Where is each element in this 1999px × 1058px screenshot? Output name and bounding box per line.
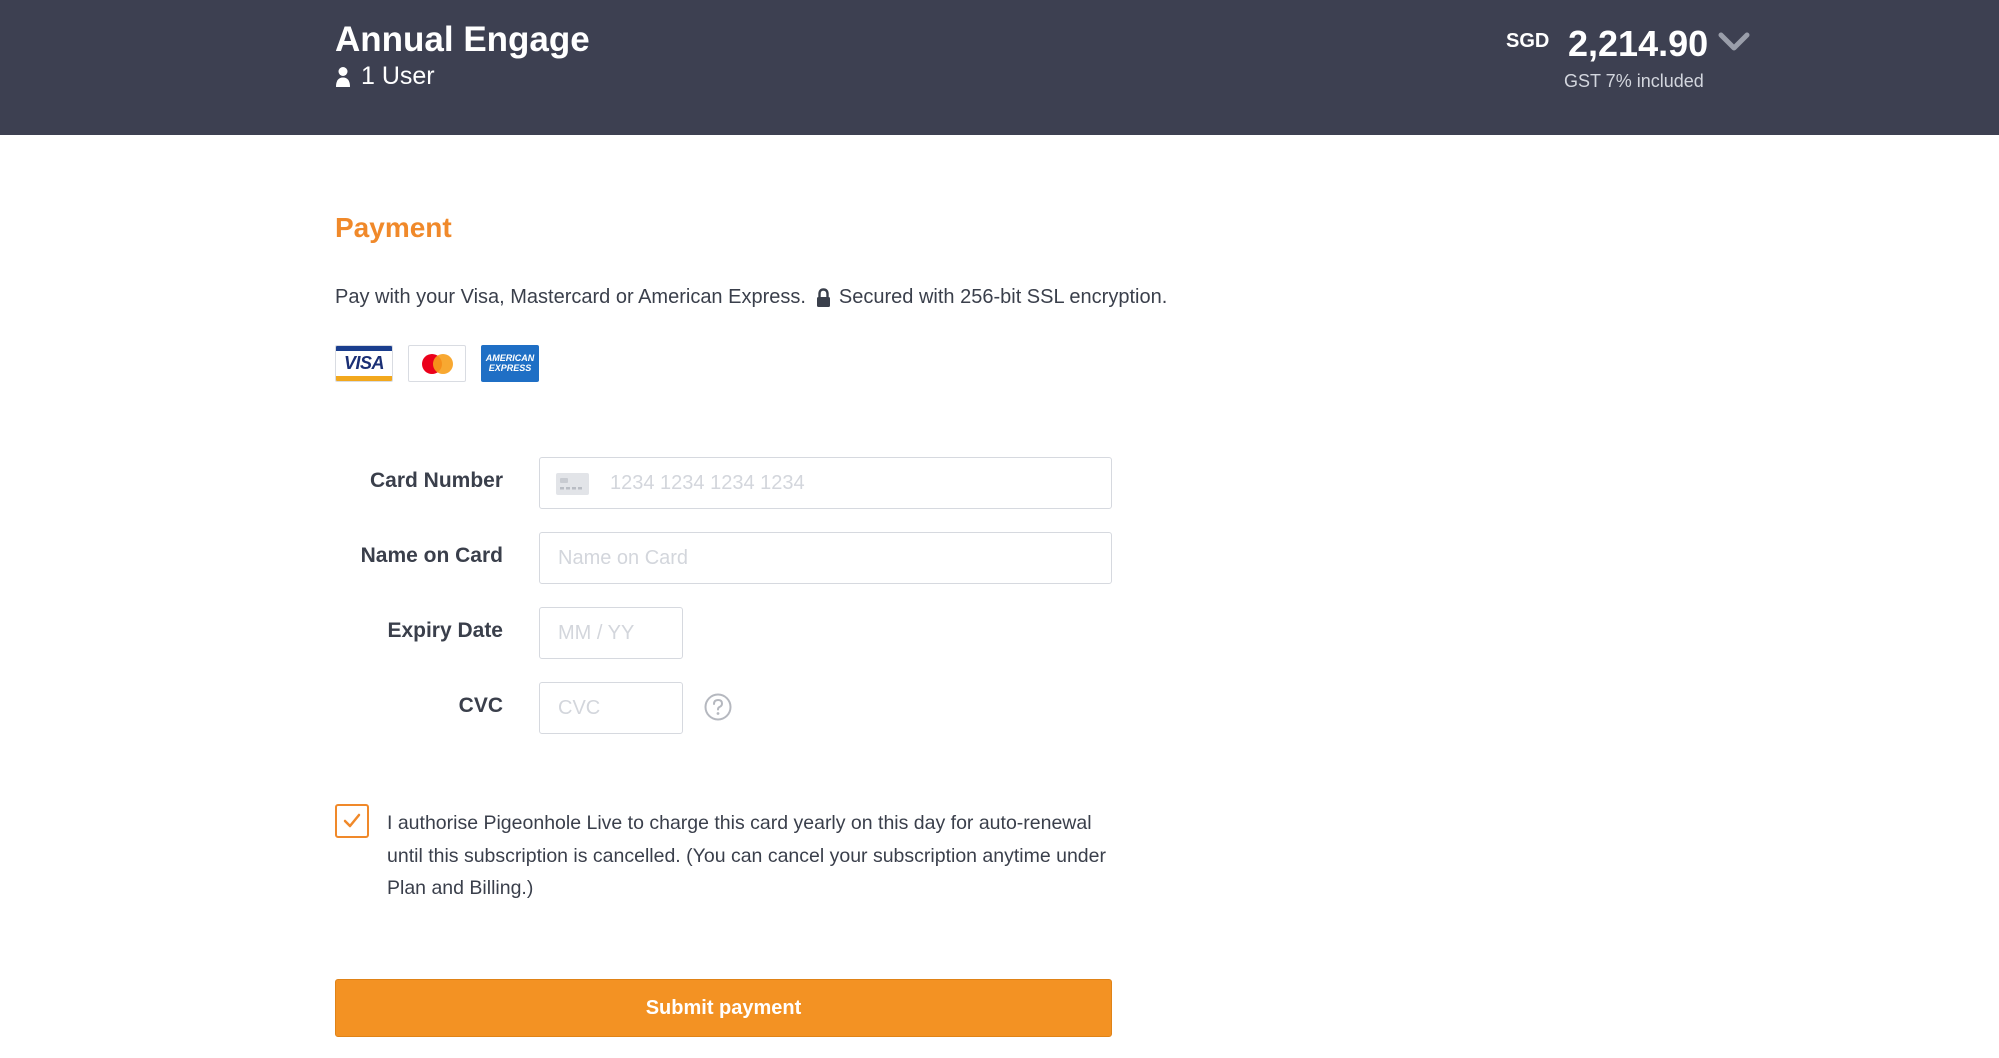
plan-header: Annual Engage 1 User SGD 2,214.90 GST 7%… <box>0 0 1999 135</box>
price-amount: 2,214.90 <box>1568 23 1709 64</box>
user-count-label: 1 User <box>361 62 435 90</box>
amex-logo: AMERICAN EXPRESS <box>481 345 539 382</box>
user-icon <box>335 66 351 88</box>
user-count: 1 User <box>335 62 435 91</box>
tax-note: GST 7% included <box>1564 71 1704 91</box>
card-number-input[interactable] <box>540 458 1111 508</box>
auto-renewal-consent-text: I authorise Pigeonhole Live to charge th… <box>387 812 1106 899</box>
name-on-card-label: Name on Card <box>360 544 503 567</box>
cvc-input[interactable] <box>540 683 682 733</box>
payment-description: Pay with your Visa, Mastercard or Americ… <box>335 286 1167 309</box>
chevron-down-icon[interactable] <box>1718 30 1750 54</box>
card-number-field[interactable] <box>539 457 1112 509</box>
lock-icon <box>816 287 831 308</box>
credit-card-icon <box>556 473 589 495</box>
security-note: Secured with 256-bit SSL encryption. <box>838 286 1168 308</box>
expiry-date-label: Expiry Date <box>387 619 503 642</box>
visa-logo: VISA <box>335 345 393 382</box>
card-brand-logos: VISA AMERICAN EXPRESS <box>335 345 539 382</box>
name-on-card-field[interactable] <box>539 532 1112 584</box>
name-on-card-input[interactable] <box>540 533 1111 583</box>
auto-renewal-checkbox[interactable] <box>335 804 369 838</box>
currency-code: SGD <box>1506 30 1550 52</box>
expiry-date-input[interactable] <box>540 608 682 658</box>
expiry-date-field[interactable] <box>539 607 683 659</box>
cvc-field[interactable] <box>539 682 683 734</box>
card-number-label: Card Number <box>369 469 503 492</box>
check-icon <box>343 813 361 828</box>
accepted-cards-text: Pay with your Visa, Mastercard or Americ… <box>335 286 806 308</box>
question-circle-icon[interactable] <box>704 693 732 721</box>
mastercard-logo <box>408 345 466 382</box>
submit-payment-button[interactable]: Submit payment <box>335 979 1112 1037</box>
section-title: Payment <box>335 212 452 243</box>
plan-name: Annual Engage <box>335 20 590 59</box>
cvc-label: CVC <box>458 694 503 717</box>
